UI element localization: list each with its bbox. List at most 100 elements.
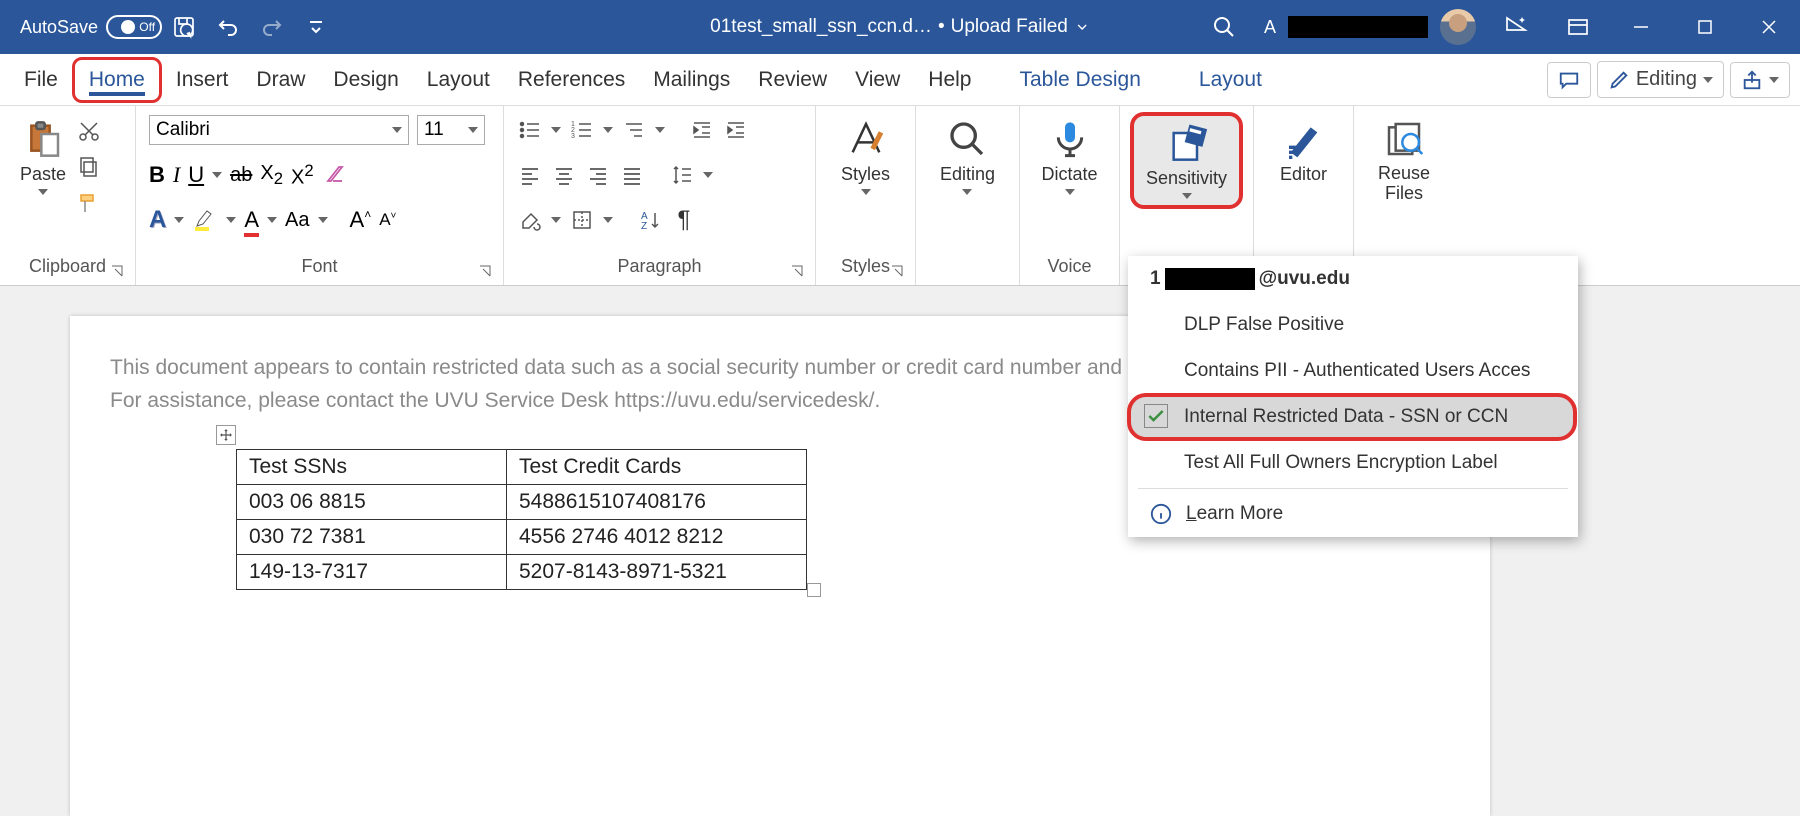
title-bar: AutoSave Off 01test_small_ssn_ccn.d… • U… <box>0 0 1800 54</box>
maximize-button[interactable] <box>1682 7 1728 47</box>
reuse-files-button[interactable]: Reuse Files <box>1364 112 1444 210</box>
bullets-icon[interactable] <box>517 117 543 143</box>
multilevel-icon[interactable] <box>621 117 647 143</box>
tab-view[interactable]: View <box>841 60 914 100</box>
underline-button[interactable]: U <box>188 162 204 188</box>
sensitivity-option[interactable]: Contains PII - Authenticated Users Acces <box>1128 348 1578 394</box>
tab-help[interactable]: Help <box>914 60 985 100</box>
ribbon-tabs: File Home Insert Draw Design Layout Refe… <box>0 54 1800 106</box>
search-icon[interactable] <box>1210 13 1238 41</box>
autosave-state: Off <box>139 20 155 34</box>
show-hide-icon[interactable]: ¶ <box>671 207 697 233</box>
font-name-select[interactable]: Calibri <box>149 115 409 145</box>
autosave-label: AutoSave <box>20 17 98 38</box>
font-color-button[interactable]: A <box>244 207 259 233</box>
copy-icon[interactable] <box>76 154 102 180</box>
paste-button[interactable]: Paste <box>10 112 76 201</box>
check-icon <box>1144 404 1168 428</box>
numbering-icon[interactable]: 123 <box>569 117 595 143</box>
font-launcher-icon[interactable] <box>477 263 493 279</box>
align-left-icon[interactable] <box>517 162 543 188</box>
strikethrough-button[interactable]: ab <box>230 164 252 187</box>
superscript-button[interactable]: X2 <box>291 161 314 190</box>
tab-mailings[interactable]: Mailings <box>639 60 744 100</box>
increase-indent-icon[interactable] <box>723 117 749 143</box>
comments-button[interactable] <box>1547 62 1591 98</box>
text-effects-button[interactable]: A <box>149 206 166 234</box>
table-resize-handle-icon[interactable] <box>807 583 821 597</box>
sensitivity-option-selected[interactable]: Internal Restricted Data - SSN or CCN <box>1128 394 1576 440</box>
paragraph-launcher-icon[interactable] <box>789 263 805 279</box>
sensitivity-dropdown: 1@uvu.edu DLP False Positive Contains PI… <box>1128 256 1578 537</box>
close-button[interactable] <box>1746 7 1792 47</box>
table-header[interactable]: Test Credit Cards <box>507 450 807 485</box>
tab-references[interactable]: References <box>504 60 639 100</box>
format-painter-icon[interactable] <box>76 190 102 216</box>
minimize-button[interactable] <box>1618 7 1664 47</box>
tab-review[interactable]: Review <box>744 60 841 100</box>
redo-icon[interactable] <box>258 13 286 41</box>
change-case-button[interactable]: Aa <box>285 209 309 232</box>
tab-home[interactable]: Home <box>72 57 162 103</box>
table-move-handle-icon[interactable] <box>216 425 236 445</box>
editing-mode-button[interactable]: Editing <box>1597 61 1724 98</box>
svg-text:3: 3 <box>571 133 575 140</box>
svg-text:Z: Z <box>641 221 647 232</box>
borders-icon[interactable] <box>569 207 595 233</box>
grow-font-button[interactable]: A˄ <box>350 207 372 233</box>
paragraph-group-label: Paragraph <box>617 256 701 277</box>
clipboard-launcher-icon[interactable] <box>109 263 125 279</box>
decrease-indent-icon[interactable] <box>689 117 715 143</box>
user-account[interactable]: A <box>1264 9 1476 45</box>
shrink-font-button[interactable]: A˅ <box>379 210 396 230</box>
user-name-redacted <box>1288 16 1428 38</box>
italic-button[interactable]: I <box>173 162 180 188</box>
styles-group-label: Styles <box>841 256 890 277</box>
sensitivity-button[interactable]: Sensitivity <box>1130 112 1243 209</box>
share-button[interactable] <box>1730 62 1790 98</box>
shading-icon[interactable] <box>517 207 543 233</box>
tab-file[interactable]: File <box>10 60 72 100</box>
editing-group-button[interactable]: Editing <box>930 112 1005 201</box>
clear-format-icon[interactable] <box>322 162 348 188</box>
sensitivity-option[interactable]: Test All Full Owners Encryption Label <box>1128 440 1578 486</box>
sensitivity-user-header: 1@uvu.edu <box>1128 256 1578 302</box>
font-size-select[interactable]: 11 <box>417 115 485 145</box>
voice-group-label: Voice <box>1047 256 1091 277</box>
sort-icon[interactable]: AZ <box>637 207 663 233</box>
table-header[interactable]: Test SSNs <box>237 450 507 485</box>
subscript-button[interactable]: X2 <box>260 162 283 189</box>
highlight-button[interactable] <box>192 207 218 233</box>
editor-button[interactable]: Editor <box>1270 112 1337 191</box>
tab-table-layout[interactable]: Layout <box>1185 60 1276 100</box>
table-row: 003 06 88155488615107408176 <box>237 485 807 520</box>
sensitivity-option[interactable]: DLP False Positive <box>1128 302 1578 348</box>
styles-button[interactable]: Styles <box>831 112 900 201</box>
autosave-toggle[interactable]: AutoSave Off <box>20 15 162 39</box>
upload-status[interactable]: Upload Failed <box>951 16 1090 38</box>
bold-button[interactable]: B <box>149 162 165 188</box>
align-right-icon[interactable] <box>585 162 611 188</box>
tab-design[interactable]: Design <box>319 60 412 100</box>
tab-layout[interactable]: Layout <box>413 60 504 100</box>
justify-icon[interactable] <box>619 162 645 188</box>
dictate-button[interactable]: Dictate <box>1031 112 1107 201</box>
table-row: 030 72 73814556 2746 4012 8212 <box>237 520 807 555</box>
line-spacing-icon[interactable] <box>669 162 695 188</box>
sensitivity-learn-more[interactable]: Learn More <box>1128 491 1578 537</box>
tab-insert[interactable]: Insert <box>162 60 243 100</box>
save-icon[interactable] <box>170 13 198 41</box>
document-name[interactable]: 01test_small_ssn_ccn.d… <box>710 16 932 38</box>
tab-draw[interactable]: Draw <box>242 60 319 100</box>
data-table[interactable]: Test SSNs Test Credit Cards 003 06 88155… <box>236 449 807 590</box>
table-row: Test SSNs Test Credit Cards <box>237 450 807 485</box>
clipboard-group-label: Clipboard <box>29 256 106 277</box>
cut-icon[interactable] <box>76 118 102 144</box>
qat-dropdown-icon[interactable] <box>302 13 330 41</box>
styles-launcher-icon[interactable] <box>889 263 905 279</box>
ribbon-display-icon[interactable] <box>1564 13 1592 41</box>
coming-soon-icon[interactable] <box>1502 13 1530 41</box>
tab-table-design[interactable]: Table Design <box>1005 60 1154 100</box>
undo-icon[interactable] <box>214 13 242 41</box>
align-center-icon[interactable] <box>551 162 577 188</box>
